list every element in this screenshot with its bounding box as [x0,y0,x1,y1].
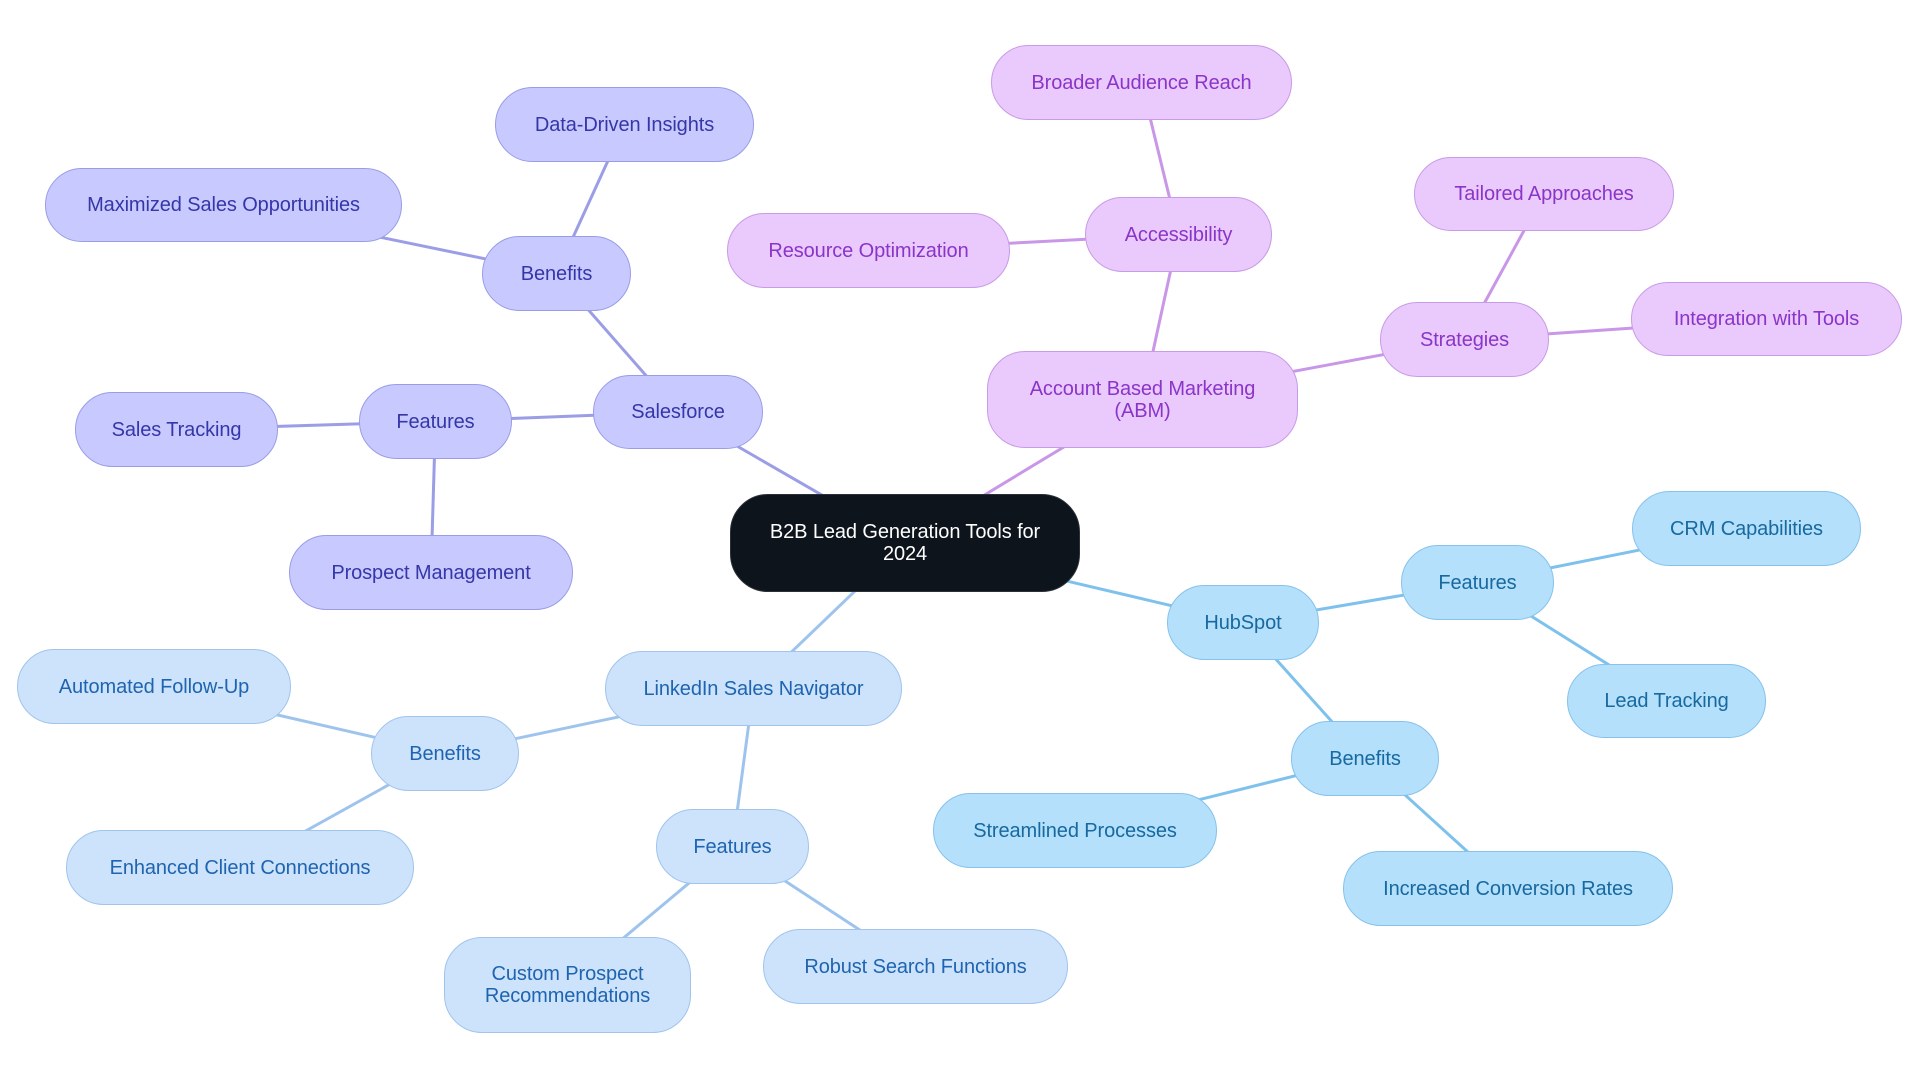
node-streamlined-processes[interactable]: Streamlined Processes [933,793,1217,868]
node-broader-audience-reach[interactable]: Broader Audience Reach [991,45,1292,120]
node-tailored-approaches[interactable]: Tailored Approaches [1414,157,1674,231]
node-custom-prospect-recommendations[interactable]: Custom Prospect Recommendations [444,937,691,1033]
node-enhanced-client-connections[interactable]: Enhanced Client Connections [66,830,414,905]
node-prospect-management[interactable]: Prospect Management [289,535,573,610]
node-hubspot[interactable]: HubSpot [1167,585,1319,660]
node-label: Benefits [520,262,593,285]
node-label: Streamlined Processes [973,819,1177,842]
node-hubspot-features[interactable]: Features [1401,545,1554,620]
node-hubspot-benefits[interactable]: Benefits [1291,721,1439,796]
node-label: Features [1438,571,1517,594]
node-label: Features [693,835,772,858]
node-label: LinkedIn Sales Navigator [643,677,864,700]
node-salesforce[interactable]: Salesforce [593,375,763,449]
node-label: Custom Prospect Recommendations [484,963,651,1007]
node-label: Automated Follow-Up [58,675,250,698]
node-linkedin-features[interactable]: Features [656,809,809,884]
node-label: Tailored Approaches [1454,183,1634,205]
node-label: Features [396,410,475,433]
node-label: HubSpot [1204,611,1282,634]
node-label: B2B Lead Generation Tools for 2024 [769,521,1041,565]
node-robust-search-functions[interactable]: Robust Search Functions [763,929,1068,1004]
node-integration-with-tools[interactable]: Integration with Tools [1631,282,1902,356]
node-crm-capabilities[interactable]: CRM Capabilities [1632,491,1861,566]
node-salesforce-features[interactable]: Features [359,384,512,459]
node-label: Integration with Tools [1673,308,1860,330]
node-data-driven-insights[interactable]: Data-Driven Insights [495,87,754,162]
node-increased-conversion-rates[interactable]: Increased Conversion Rates [1343,851,1673,926]
node-label: Benefits [409,742,481,765]
node-lead-tracking[interactable]: Lead Tracking [1567,664,1766,738]
node-label: Prospect Management [331,561,531,584]
node-label: Robust Search Functions [804,955,1027,978]
node-label: Maximized Sales Opportunities [87,194,360,216]
node-maximized-sales-opportunities[interactable]: Maximized Sales Opportunities [45,168,402,242]
node-label: Benefits [1329,747,1401,770]
node-label: Accessibility [1124,223,1233,246]
mindmap-canvas: B2B Lead Generation Tools for 2024 Sales… [0,0,1920,1083]
node-label: Increased Conversion Rates [1383,877,1633,900]
node-sales-tracking[interactable]: Sales Tracking [75,392,278,467]
node-label: Salesforce [631,401,725,423]
node-label: Data-Driven Insights [534,113,715,136]
node-strategies[interactable]: Strategies [1380,302,1549,377]
node-salesforce-benefits[interactable]: Benefits [482,236,631,311]
node-label: Resource Optimization [768,239,969,262]
root-node[interactable]: B2B Lead Generation Tools for 2024 [730,494,1080,592]
node-label: Broader Audience Reach [1031,71,1252,94]
node-label: Lead Tracking [1604,690,1729,712]
node-accessibility[interactable]: Accessibility [1085,197,1272,272]
node-linkedin-sales-navigator[interactable]: LinkedIn Sales Navigator [605,651,902,726]
node-resource-optimization[interactable]: Resource Optimization [727,213,1010,288]
node-label: CRM Capabilities [1670,517,1823,540]
node-label: Sales Tracking [111,418,242,441]
node-label: Enhanced Client Connections [109,856,371,879]
node-automated-follow-up[interactable]: Automated Follow-Up [17,649,291,724]
node-linkedin-benefits[interactable]: Benefits [371,716,519,791]
node-label: Account Based Marketing (ABM) [1029,377,1256,422]
node-account-based-marketing[interactable]: Account Based Marketing (ABM) [987,351,1298,448]
node-label: Strategies [1419,328,1510,351]
